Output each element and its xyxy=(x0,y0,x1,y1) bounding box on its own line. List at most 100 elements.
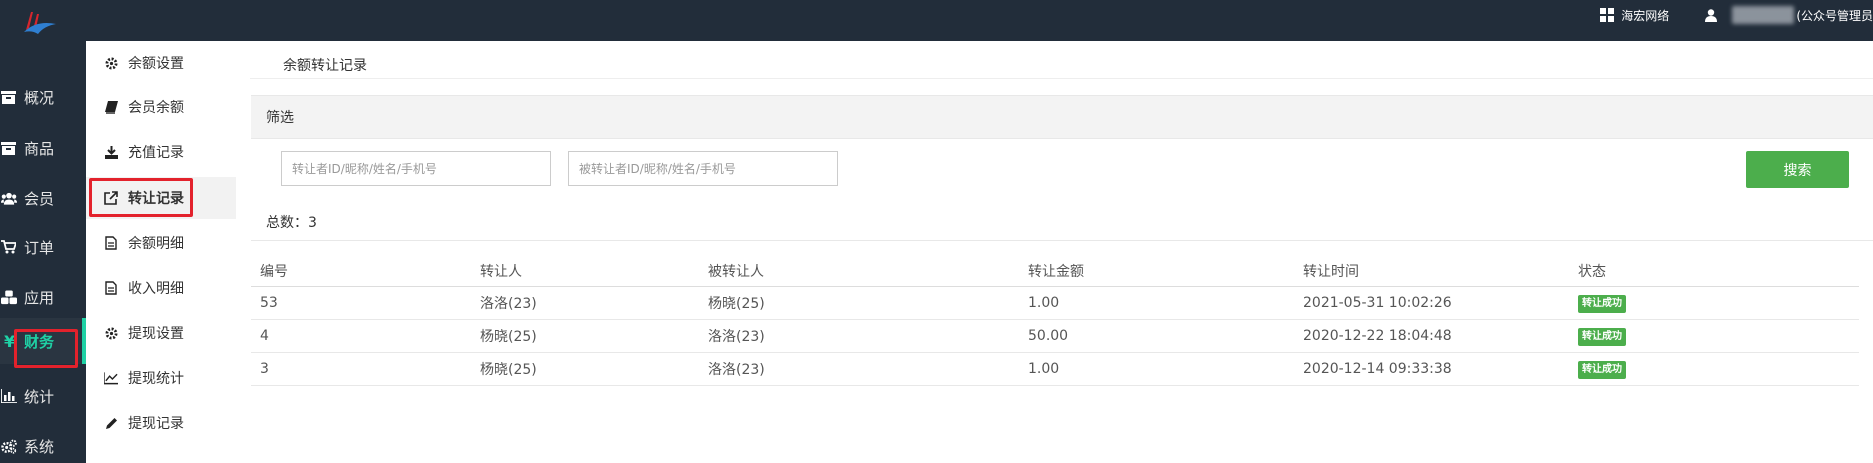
search-button[interactable]: 搜索 xyxy=(1746,151,1849,188)
box-icon xyxy=(1,89,17,105)
nav-item-label: 会员 xyxy=(24,189,55,208)
status-badge: 转让成功 xyxy=(1578,360,1626,379)
status-badge: 转让成功 xyxy=(1578,327,1626,346)
cart-icon xyxy=(1,239,17,255)
box-icon xyxy=(1,140,17,156)
divider xyxy=(250,78,1873,79)
nav-item-products[interactable]: 商品 xyxy=(0,131,86,165)
table-header-row: 编号 转让人 被转让人 转让金额 转让时间 状态 xyxy=(251,256,1859,287)
subnav-item-withdraw-records[interactable]: 提现记录 xyxy=(86,402,236,444)
column-header: 编号 xyxy=(251,256,480,287)
subnav-item-label: 会员余额 xyxy=(128,100,184,116)
highlight-box-transfer-records xyxy=(89,178,193,217)
nav-item-label: 应用 xyxy=(24,288,55,307)
highlight-box-finance xyxy=(14,329,78,368)
subnav-item-balance-details[interactable]: 余额明细 xyxy=(86,222,236,264)
nav-item-apps[interactable]: 应用 xyxy=(0,280,86,314)
nav-item-label: 商品 xyxy=(24,139,55,158)
cell-from: 杨晓(25) xyxy=(480,352,708,386)
column-header: 被转让人 xyxy=(708,256,1028,287)
cell-id: 4 xyxy=(251,319,480,353)
cell-time: 2021-05-31 10:02:26 xyxy=(1303,286,1578,320)
subnav-item-balance-settings[interactable]: 余额设置 xyxy=(86,42,236,84)
cell-time: 2020-12-14 09:33:38 xyxy=(1303,352,1578,386)
table-row: 53 洛洛(23) 杨晓(25) 1.00 2021-05-31 10:02:2… xyxy=(251,286,1859,320)
status-badge: 转让成功 xyxy=(1578,294,1626,313)
transfer-records-table: 编号 转让人 被转让人 转让金额 转让时间 状态 53 洛洛(23) 杨晓(25… xyxy=(251,256,1859,386)
file-icon xyxy=(104,236,118,250)
top-bar: 海宏网络 (公众号管理员 xyxy=(0,0,1873,41)
user-menu[interactable]: (公众号管理员 xyxy=(1705,6,1873,24)
file-icon xyxy=(104,281,118,295)
subnav-item-recharge-records[interactable]: 充值记录 xyxy=(86,131,236,173)
cell-id: 53 xyxy=(251,286,480,320)
total-value: 3 xyxy=(308,215,317,231)
cell-status: 转让成功 xyxy=(1578,319,1859,353)
logo-icon[interactable] xyxy=(22,8,58,34)
filter-panel-header: 筛选 xyxy=(251,95,1873,139)
divider xyxy=(251,240,1873,241)
transferor-search-input[interactable] xyxy=(281,151,551,186)
nav-item-overview[interactable]: 概况 xyxy=(0,80,86,114)
total-label: 总数： xyxy=(266,215,308,231)
transferee-search-input[interactable] xyxy=(568,151,838,186)
total-count: 总数：3 xyxy=(266,212,317,232)
cell-from: 杨晓(25) xyxy=(480,319,708,353)
cell-to: 洛洛(23) xyxy=(708,352,1028,386)
pencil-icon xyxy=(104,416,118,430)
cell-id: 3 xyxy=(251,352,480,386)
cell-from: 洛洛(23) xyxy=(480,286,708,320)
subnav-item-label: 充值记录 xyxy=(128,145,184,161)
subnav-item-label: 余额明细 xyxy=(128,236,184,252)
table-row: 4 杨晓(25) 洛洛(23) 50.00 2020-12-22 18:04:4… xyxy=(251,319,1859,353)
breadcrumb: 余额转让记录 xyxy=(283,58,367,74)
subnav-item-member-balance[interactable]: 会员余额 xyxy=(86,86,236,128)
subnav-item-withdraw-settings[interactable]: 提现设置 xyxy=(86,312,236,354)
subnav-item-income-details[interactable]: 收入明细 xyxy=(86,267,236,309)
windows-grid-icon xyxy=(1600,8,1615,22)
column-header: 转让金额 xyxy=(1028,256,1303,287)
gears-icon xyxy=(1,438,17,454)
book-icon xyxy=(104,100,118,114)
redacted-username xyxy=(1732,6,1795,24)
primary-sidebar: 概况 商品 会员 订单 应用 ¥ 财务 统计 系统 xyxy=(0,41,86,463)
column-header: 状态 xyxy=(1578,256,1859,287)
user-icon xyxy=(1705,8,1718,22)
nav-item-label: 订单 xyxy=(24,238,55,257)
download-icon xyxy=(104,145,118,159)
secondary-sidebar: 余额设置 会员余额 充值记录 转让记录 余额明细 收入明细 提现设置 提现统计 … xyxy=(86,41,237,463)
cell-status: 转让成功 xyxy=(1578,352,1859,386)
nav-item-label: 统计 xyxy=(24,387,55,406)
table-row: 3 杨晓(25) 洛洛(23) 1.00 2020-12-14 09:33:38… xyxy=(251,352,1859,386)
gear-icon xyxy=(104,56,118,70)
cell-status: 转让成功 xyxy=(1578,286,1859,320)
subnav-item-label: 余额设置 xyxy=(128,56,184,72)
cell-amount: 50.00 xyxy=(1028,319,1303,353)
nav-item-orders[interactable]: 订单 xyxy=(0,230,86,264)
cell-to: 洛洛(23) xyxy=(708,319,1028,353)
cell-amount: 1.00 xyxy=(1028,352,1303,386)
column-header: 转让人 xyxy=(480,256,708,287)
subnav-item-label: 收入明细 xyxy=(128,281,184,297)
cell-amount: 1.00 xyxy=(1028,286,1303,320)
line-chart-icon xyxy=(104,371,118,385)
nav-item-label: 概况 xyxy=(24,88,55,107)
subnav-item-withdraw-statistics[interactable]: 提现统计 xyxy=(86,357,236,399)
bar-chart-icon xyxy=(1,388,17,404)
user-role-label: (公众号管理员 xyxy=(1796,8,1873,23)
nav-item-statistics[interactable]: 统计 xyxy=(0,379,86,413)
column-header: 转让时间 xyxy=(1303,256,1578,287)
nav-item-system[interactable]: 系统 xyxy=(0,429,86,463)
users-icon xyxy=(1,190,17,206)
cell-to: 杨晓(25) xyxy=(708,286,1028,320)
cell-time: 2020-12-22 18:04:48 xyxy=(1303,319,1578,353)
main-content: 余额转让记录 筛选 搜索 总数：3 编号 转让人 被转让人 转让金额 转让时间 … xyxy=(236,41,1873,463)
subnav-item-label: 提现设置 xyxy=(128,326,184,342)
filter-title: 筛选 xyxy=(266,110,294,126)
site-link-label: 海宏网络 xyxy=(1621,8,1670,23)
nav-item-members[interactable]: 会员 xyxy=(0,181,86,215)
nav-item-label: 系统 xyxy=(24,437,55,456)
subnav-item-label: 提现统计 xyxy=(128,371,184,387)
gear-icon xyxy=(104,326,118,340)
site-link[interactable]: 海宏网络 xyxy=(1600,7,1669,24)
